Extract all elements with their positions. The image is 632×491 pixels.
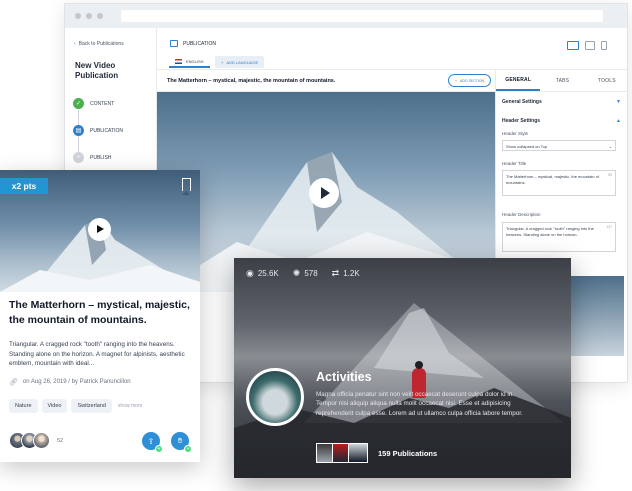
chevron-down-icon: ⌄ bbox=[608, 144, 612, 149]
tab-tabs[interactable]: TABS bbox=[540, 70, 584, 91]
activities-avatar bbox=[246, 368, 304, 426]
header-style-select[interactable]: Show collapsed on Top ⌄ bbox=[502, 140, 616, 151]
publication-thumbnail bbox=[348, 443, 368, 463]
avatar bbox=[33, 432, 50, 449]
add-language-button[interactable]: + ADD LANGUAGE bbox=[215, 56, 265, 68]
document-icon bbox=[170, 40, 178, 47]
publication-heading[interactable]: The Matterhorn – mystical, majestic, the… bbox=[167, 78, 335, 84]
topbar-title: PUBLICATION bbox=[170, 40, 216, 47]
hand-icon: ✋︎ bbox=[177, 436, 183, 445]
share-button[interactable]: ⇪ + bbox=[142, 432, 163, 453]
window-dot-icon bbox=[86, 13, 92, 19]
publication-title: New Video Publication bbox=[75, 61, 119, 80]
plus-icon: + bbox=[455, 78, 458, 83]
tablet-view-icon[interactable] bbox=[585, 41, 595, 50]
publication-card[interactable]: x2 pts The Matterhorn – mystical, majest… bbox=[0, 170, 200, 462]
publications-count: 159 Publications bbox=[378, 448, 438, 458]
header-style-label: Header Style bbox=[502, 131, 529, 136]
publish-icon: • bbox=[73, 152, 84, 163]
char-count: 55 bbox=[608, 173, 612, 177]
card-title[interactable]: The Matterhorn – mystical, majestic, the… bbox=[9, 298, 191, 328]
play-button[interactable] bbox=[309, 178, 339, 208]
tag-nature[interactable]: Nature bbox=[9, 399, 38, 413]
like-button[interactable]: ✋︎ + bbox=[171, 432, 192, 453]
show-more-link[interactable]: show more bbox=[118, 403, 142, 409]
address-bar[interactable] bbox=[121, 10, 603, 22]
general-settings-header[interactable]: General Settings bbox=[502, 99, 542, 105]
header-title-field[interactable]: The Matterhorn – mystical, majestic, the… bbox=[502, 170, 616, 196]
step-content[interactable]: ✓ CONTENT bbox=[73, 98, 114, 109]
step-publication[interactable]: ▤ PUBLICATION bbox=[73, 125, 123, 136]
activity-stats: ◉ 25.6K ✺ 578 ⇄ 1.2K bbox=[246, 268, 374, 279]
card-video[interactable]: x2 pts bbox=[0, 170, 200, 292]
likes-stat: ✺ 578 bbox=[292, 268, 318, 278]
chevron-left-icon: ‹ bbox=[74, 41, 76, 47]
step-publish[interactable]: • PUBLISH bbox=[73, 152, 111, 163]
shares-stat: ⇄ 1.2K bbox=[331, 268, 360, 278]
share-icon: ⇪ bbox=[147, 436, 155, 446]
bookmark-icon[interactable] bbox=[181, 178, 191, 195]
check-icon: ✓ bbox=[73, 98, 84, 109]
char-count: 137 bbox=[606, 225, 612, 229]
editor-topbar: PUBLICATION ENGLISH + ADD LANGUAGE bbox=[157, 28, 627, 70]
plus-icon: + bbox=[221, 59, 224, 65]
activities-description: Magna officia penatur sint non velit occ… bbox=[316, 391, 523, 417]
tag-video[interactable]: Video bbox=[41, 399, 68, 413]
caret-up-icon[interactable]: ▲ bbox=[616, 118, 621, 124]
card-meta: 🔗︎ on Aug 26, 2019 / by Patrick Panuncil… bbox=[9, 379, 131, 386]
header-settings-header[interactable]: Header Settings bbox=[502, 118, 540, 124]
tab-tools[interactable]: TOOLS bbox=[585, 70, 627, 91]
mobile-view-icon[interactable] bbox=[601, 41, 607, 50]
us-flag-icon bbox=[175, 58, 182, 64]
views-stat: ◉ 25.6K bbox=[246, 268, 279, 278]
eye-icon: ◉ bbox=[246, 268, 254, 278]
header-description-label: Header Description bbox=[502, 212, 541, 217]
window-dot-icon bbox=[97, 13, 103, 19]
desktop-view-icon[interactable] bbox=[567, 41, 579, 50]
link-icon: 🔗︎ bbox=[9, 379, 18, 386]
add-section-button[interactable]: + ADD SECTION bbox=[448, 74, 491, 87]
card-description: Triangular. A cragged rock "tooth" rangi… bbox=[9, 341, 185, 367]
tab-general[interactable]: GENERAL bbox=[496, 70, 541, 91]
avatar-count: 52 bbox=[57, 437, 64, 444]
play-button[interactable] bbox=[88, 218, 111, 241]
back-to-publications-link[interactable]: ‹ Back to Publications bbox=[74, 41, 124, 47]
participant-avatars[interactable]: 52 bbox=[9, 432, 63, 449]
header-description-field[interactable]: Triangular. A cragged rock "tooth" rangi… bbox=[502, 222, 616, 252]
window-dot-icon bbox=[75, 13, 81, 19]
repeat-icon: ⇄ bbox=[331, 268, 340, 278]
tag-switzerland[interactable]: Switzerland bbox=[71, 399, 112, 413]
header-title-label: Header Title bbox=[502, 161, 527, 166]
points-badge: x2 pts bbox=[0, 178, 48, 194]
atom-icon: ✺ bbox=[292, 268, 301, 278]
settings-tabs: GENERAL TABS TOOLS bbox=[496, 70, 627, 92]
activities-card[interactable]: ◉ 25.6K ✺ 578 ⇄ 1.2K Activities Magna of… bbox=[234, 258, 571, 478]
browser-titlebar bbox=[65, 4, 627, 28]
composite-stage: ‹ Back to Publications New Video Publicat… bbox=[0, 0, 632, 491]
plus-badge-icon: + bbox=[184, 445, 192, 453]
document-icon: ▤ bbox=[73, 125, 84, 136]
activities-title[interactable]: Activities bbox=[316, 370, 372, 384]
plus-badge-icon: + bbox=[155, 445, 163, 453]
publication-heading-row: The Matterhorn – mystical, majestic, the… bbox=[157, 70, 495, 92]
publications-row[interactable]: 159 Publications bbox=[316, 443, 437, 463]
tab-english[interactable]: ENGLISH bbox=[169, 56, 210, 68]
tag-list: Nature Video Switzerland show more bbox=[9, 399, 142, 413]
caret-down-icon[interactable]: ▼ bbox=[616, 99, 621, 105]
